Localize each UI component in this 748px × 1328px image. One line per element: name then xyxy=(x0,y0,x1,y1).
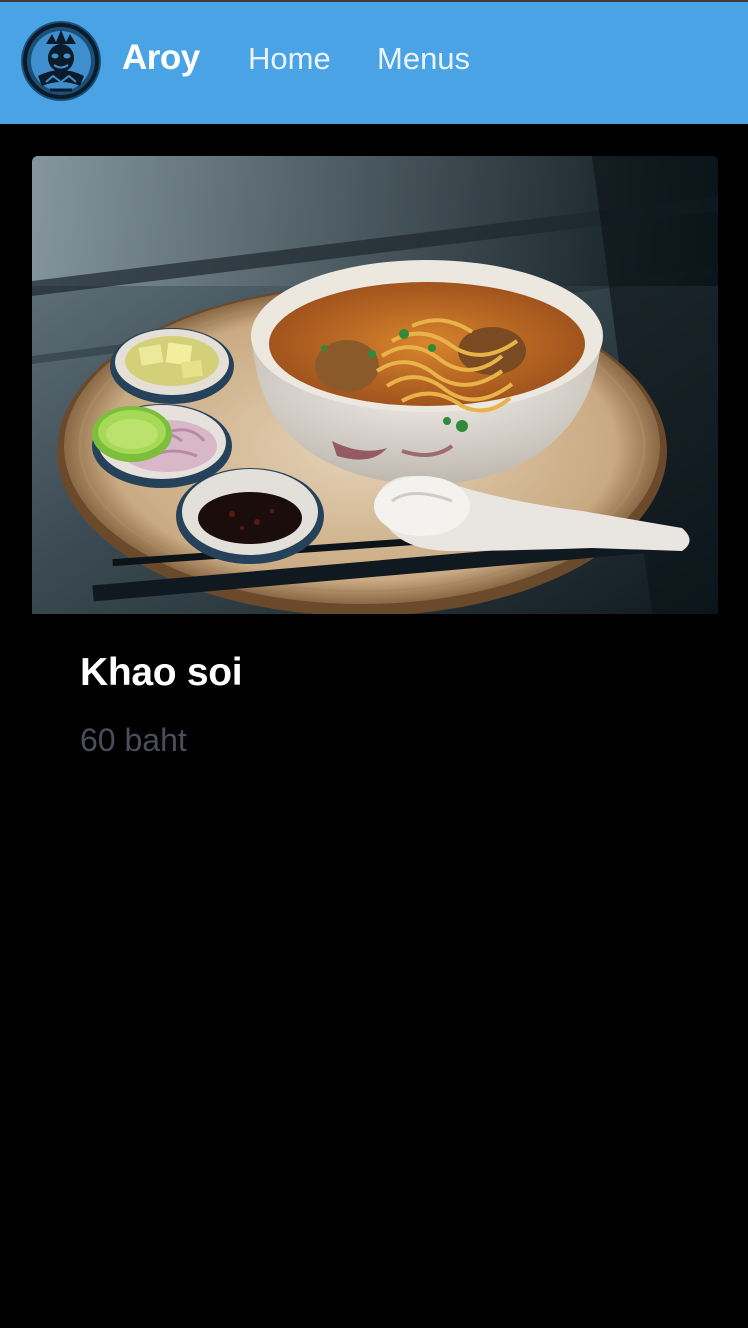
khao-soi-photo-icon xyxy=(32,156,718,614)
navbar: Aroy Home Menus xyxy=(0,2,748,124)
dish-price: 60 baht xyxy=(80,722,187,758)
brand-link[interactable]: Aroy xyxy=(122,40,200,75)
nav-link-home[interactable]: Home xyxy=(248,43,331,74)
nav-link-menus[interactable]: Menus xyxy=(377,43,470,74)
temple-mask-logo-icon[interactable] xyxy=(20,20,102,102)
dish-name: Khao soi xyxy=(80,651,243,694)
